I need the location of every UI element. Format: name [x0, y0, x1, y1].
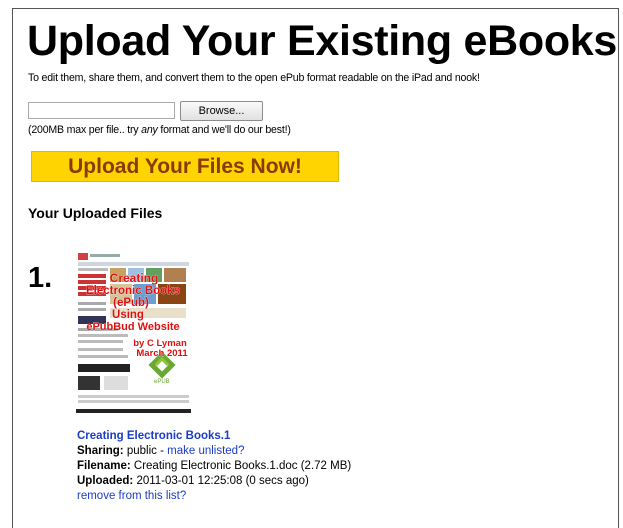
thumb-byline: March 2011: [136, 348, 188, 359]
thumb-title-line: Electronic Books: [86, 285, 180, 297]
thumb-title-line: (ePub): [113, 297, 149, 309]
remove-file-link[interactable]: remove from this list?: [77, 490, 186, 502]
file-thumbnail[interactable]: ePUB Creating Electronic Books (ePub) Us…: [76, 252, 191, 415]
make-unlisted-link[interactable]: make unlisted?: [167, 445, 244, 457]
thumb-title-line: ePubBud Website: [86, 321, 179, 333]
page-subtitle: To edit them, share them, and convert th…: [28, 72, 480, 84]
file-sharing: Sharing: public - make unlisted?: [77, 445, 244, 457]
upload-files-button[interactable]: Upload Your Files Now!: [31, 151, 339, 182]
uploaded-files-heading: Your Uploaded Files: [28, 205, 163, 221]
file-item-number: 1.: [28, 262, 53, 294]
uploaded-label: Uploaded:: [77, 475, 134, 487]
upload-note-suffix: format and we'll do our best!): [157, 124, 291, 136]
file-path-input[interactable]: [28, 102, 175, 119]
sharing-label: Sharing:: [77, 445, 124, 457]
page-title: Upload Your Existing eBooks: [27, 17, 618, 65]
upload-note-prefix: (200MB max per file.. try: [28, 124, 142, 136]
file-title-link[interactable]: Creating Electronic Books.1: [77, 430, 230, 442]
browse-button[interactable]: Browse...: [180, 101, 263, 121]
thumb-title-line: Creating: [110, 271, 159, 285]
thumb-title-line: Using: [112, 309, 144, 321]
file-filename: Filename: Creating Electronic Books.1.do…: [77, 460, 351, 472]
upload-note-emphasis: any: [141, 124, 158, 136]
thumbnail-graphic: ePUB Creating Electronic Books (ePub) Us…: [76, 252, 191, 415]
file-uploaded: Uploaded: 2011-03-01 12:25:08 (0 secs ag…: [77, 475, 309, 487]
uploaded-value: 2011-03-01 12:25:08 (0 secs ago): [136, 475, 309, 487]
filename-label: Filename:: [77, 460, 131, 472]
upload-note: (200MB max per file.. try any format and…: [28, 124, 291, 136]
thumb-logo-text: ePUB: [154, 379, 170, 385]
filename-value: Creating Electronic Books.1.doc (2.72 MB…: [133, 460, 352, 472]
sharing-value: public -: [126, 445, 168, 457]
